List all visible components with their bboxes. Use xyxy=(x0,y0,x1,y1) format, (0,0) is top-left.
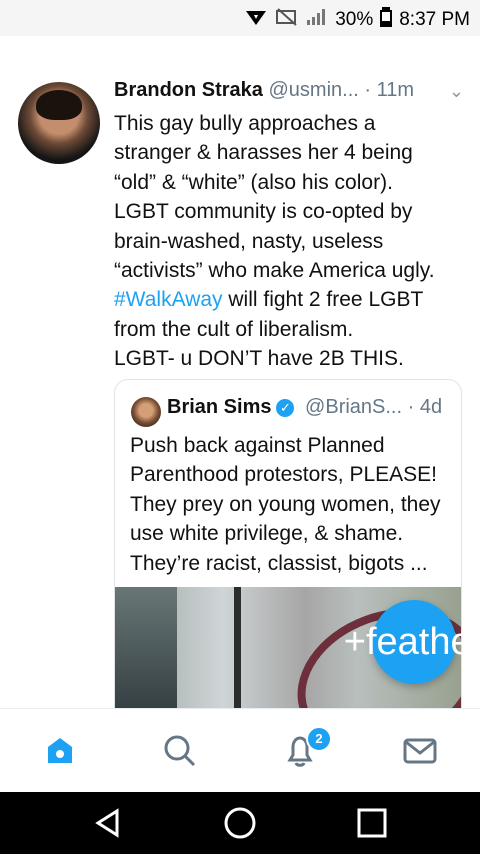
tab-home[interactable] xyxy=(0,709,120,793)
tweet-header: Brandon Straka @usmin... · 11m ⌄ xyxy=(114,79,464,109)
no-data-icon xyxy=(275,7,299,33)
media-shadow-area xyxy=(115,587,177,708)
battery-icon xyxy=(379,6,393,34)
separator-dot: · xyxy=(364,79,372,101)
compose-tweet-button[interactable]: +feather xyxy=(344,600,480,684)
cell-signal-icon xyxy=(305,7,329,33)
tweet-line-with-hashtag: #WalkAway will fight 2 free LGBT xyxy=(114,285,464,314)
compose-feather-icon: +feather xyxy=(343,620,480,663)
home-icon xyxy=(48,738,72,763)
recent-apps-button[interactable] xyxy=(292,792,452,854)
quoted-separator-dot: · xyxy=(407,396,415,418)
chevron-down-icon[interactable]: ⌄ xyxy=(449,81,464,102)
author-avatar[interactable] xyxy=(18,82,100,164)
tweet-line: LGBT community is co-opted by xyxy=(114,200,413,224)
back-icon xyxy=(95,808,119,838)
quoted-tweet-text: Push back against Planned Parenthood pro… xyxy=(130,431,455,578)
quoted-tweet-time: 4d xyxy=(419,396,443,418)
tab-search[interactable] xyxy=(120,709,240,793)
android-navigation-bar xyxy=(0,792,480,854)
tweet-line: LGBT- u DON’T have 2B THIS. xyxy=(114,347,404,371)
home-circle-icon xyxy=(224,807,256,839)
quoted-tweet-header: Brian Sims ✓ @BrianS... · 4d xyxy=(167,396,452,424)
tweet-line: from the cult of liberalism. xyxy=(114,317,354,341)
recent-apps-icon xyxy=(357,808,387,838)
tab-messages[interactable] xyxy=(360,709,480,793)
clock: 8:37 PM xyxy=(399,9,470,30)
hashtag-suffix-text: will fight 2 free LGBT xyxy=(222,288,424,312)
tweet-time: 11m xyxy=(376,79,415,101)
verified-badge-icon: ✓ xyxy=(276,399,295,417)
quoted-tweet-line: Push back against Planned xyxy=(130,434,385,457)
tweet-text: This gay bully approaches a stranger & h… xyxy=(114,109,464,374)
author-name[interactable]: Brandon Straka xyxy=(114,79,263,101)
tweet-line: This gay bully approaches a xyxy=(114,112,376,135)
notification-badge: 2 xyxy=(306,726,332,752)
quoted-tweet-line: use white privilege, & shame. xyxy=(130,522,404,546)
battery-percent: 30% xyxy=(335,9,374,30)
quoted-author-name[interactable]: Brian Sims xyxy=(167,396,271,418)
author-handle[interactable]: @usmin... xyxy=(269,79,359,101)
quoted-tweet-line: Parenthood protestors, PLEASE! xyxy=(130,463,438,487)
quoted-author-avatar[interactable] xyxy=(131,397,161,427)
signal-icon xyxy=(243,7,269,33)
search-icon xyxy=(164,735,196,767)
quoted-tweet-line: They’re racist, classist, bigots ... xyxy=(130,551,428,575)
quoted-tweet-line: They prey on young women, they xyxy=(130,492,441,516)
media-strap xyxy=(234,587,241,708)
tweet-line: “activists” who make America ugly. xyxy=(114,259,435,283)
tweet-line: “old” & “white” (also his color). xyxy=(114,170,393,194)
tab-notifications[interactable]: 2 xyxy=(240,709,360,793)
quoted-author-handle[interactable]: @BrianS... xyxy=(305,396,402,418)
tweet-line: stranger & harasses her 4 being xyxy=(114,141,413,165)
walkaway-hashtag[interactable]: #WalkAway xyxy=(114,288,223,311)
status-bar: 30% 8:37 PM xyxy=(0,0,480,36)
mail-icon xyxy=(403,738,437,764)
bottom-tab-bar: 2 xyxy=(0,708,480,793)
tweet-line: brain-washed, nasty, useless xyxy=(114,229,384,253)
